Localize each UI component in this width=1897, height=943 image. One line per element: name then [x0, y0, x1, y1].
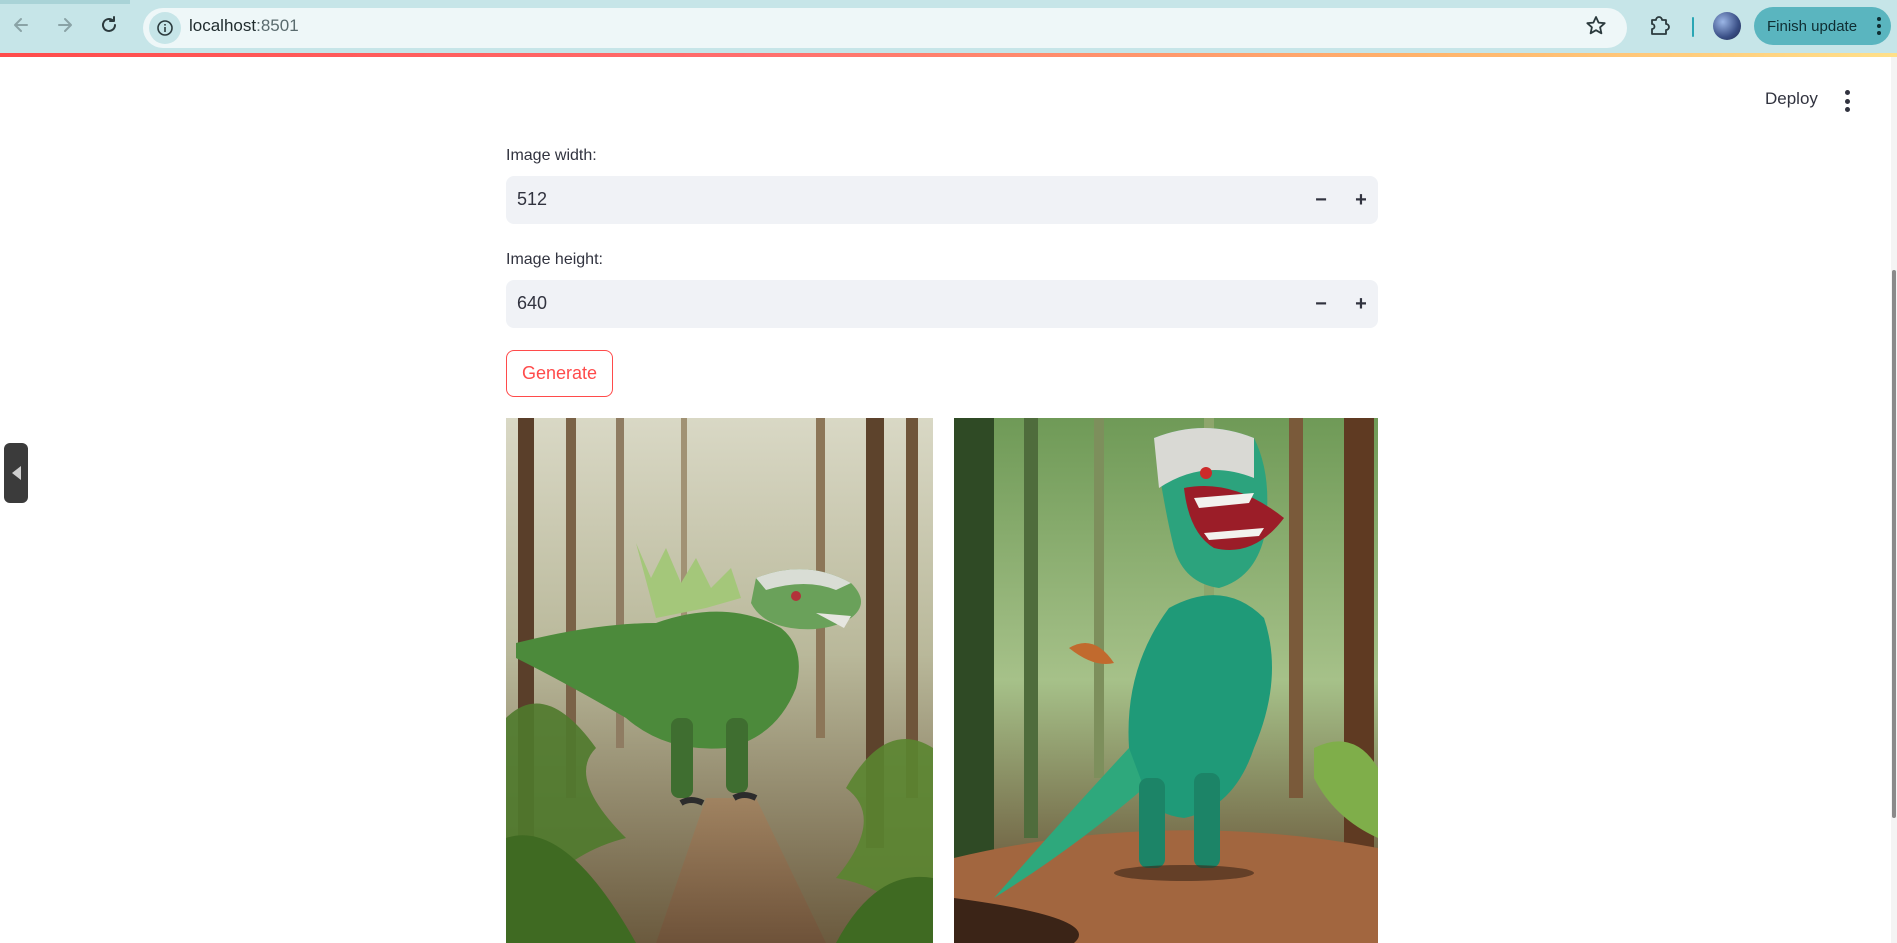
sidebar-expand-button[interactable] [4, 443, 28, 503]
site-info-icon[interactable] [149, 12, 181, 44]
url-host: localhost [189, 16, 257, 35]
image-width-label: Image width: [506, 147, 597, 164]
generate-button[interactable]: Generate [506, 350, 613, 397]
forward-arrow-icon[interactable] [52, 12, 78, 38]
image-height-label: Image height: [506, 251, 603, 268]
url-port: :8501 [256, 16, 299, 35]
deploy-button[interactable]: Deploy [1765, 89, 1818, 109]
streamlit-decoration-bar [0, 53, 1897, 57]
image-height-value[interactable]: 640 [517, 293, 547, 314]
finish-update-label: Finish update [1767, 17, 1858, 35]
chrome-menu-icon[interactable] [1877, 17, 1881, 35]
tab-strip-hint [0, 0, 130, 4]
generated-image-1 [506, 418, 933, 943]
image-width-value[interactable]: 512 [517, 189, 547, 210]
scrollbar-thumb[interactable] [1892, 270, 1896, 818]
back-arrow-icon[interactable] [8, 12, 34, 38]
profile-avatar[interactable] [1713, 12, 1741, 40]
sidebar-collapse-icon [11, 466, 21, 480]
browser-toolbar: localhost:8501 Finish update [0, 0, 1897, 55]
finish-update-button[interactable]: Finish update [1754, 7, 1891, 45]
url-text[interactable]: localhost:8501 [189, 16, 299, 36]
generated-image-2 [954, 418, 1378, 943]
image-width-input[interactable]: 512 [506, 176, 1378, 224]
image-width-increment-button[interactable]: + [1349, 188, 1373, 212]
reload-icon[interactable] [96, 12, 122, 38]
image-height-increment-button[interactable]: + [1349, 292, 1373, 316]
toolbar-separator [1692, 17, 1694, 37]
extensions-puzzle-icon[interactable] [1647, 12, 1675, 40]
main-menu-icon[interactable] [1845, 90, 1851, 112]
image-height-input[interactable]: 640 [506, 280, 1378, 328]
image-width-decrement-button[interactable]: − [1309, 188, 1333, 212]
address-bar[interactable] [143, 8, 1627, 48]
bookmark-star-icon[interactable] [1584, 14, 1610, 40]
image-height-decrement-button[interactable]: − [1309, 292, 1333, 316]
